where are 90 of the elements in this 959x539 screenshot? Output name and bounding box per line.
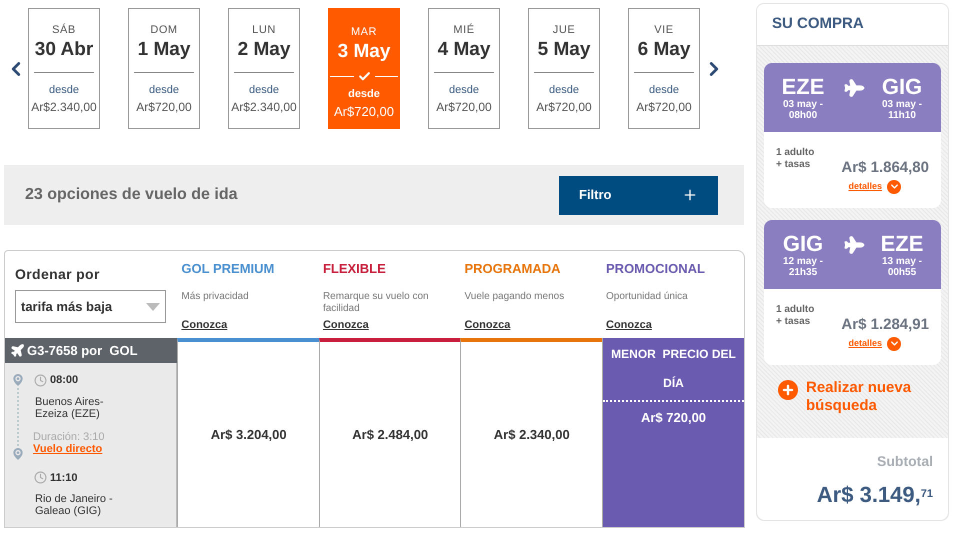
from-label: desde [249,82,279,98]
learn-more-link[interactable]: Conozca [606,316,652,333]
fare-description: Remarque su vuelo con facilidad [322,290,430,316]
fare-option[interactable]: Ar$ 2.484,00 [318,338,460,527]
date-label: 6 May [638,38,690,60]
origin-code: EZE [782,75,824,99]
origin: Buenos Aires-Ezeiza (EZE) [34,396,104,420]
expand-icon [887,336,901,350]
filter-button[interactable]: Filtro [559,176,718,214]
passengers: 1 adulto + tasas [776,304,816,329]
date-price: Ar$2.340,00 [31,99,97,116]
leg-price: Ar$ 1.864,80 [841,158,929,178]
clock-icon [34,374,47,387]
from-label: desde [549,82,579,98]
date-card[interactable]: SÁB 30 Abr desde Ar$2.340,00 [28,8,100,129]
arrival-time: 11:10 [50,470,78,486]
origin-code: GIG [782,232,824,256]
date-label: 3 May [338,40,390,62]
arrival-date: 03 may - 11h10 [880,99,924,121]
from-label: desde [49,82,79,98]
fare-description: Vuele pagando menos [464,290,566,304]
fare-name: PROGRAMADA [464,260,562,278]
passengers: 1 adulto + tasas [776,147,816,172]
date-card[interactable]: DOM 1 May desde Ar$720,00 [128,8,200,129]
arrival-date: 13 may - 00h55 [880,256,924,278]
duration: Duración: 3:10 [33,430,106,442]
learn-more-link[interactable]: Conozca [464,316,510,333]
date-card[interactable]: LUN 2 May desde Ar$2.340,00 [228,8,300,129]
weekday: MIÉ [453,22,475,38]
from-label: desde [649,82,679,98]
destination-code: EZE [880,232,924,256]
date-label: 5 May [538,38,590,60]
date-label: 30 Abr [34,38,94,60]
leg-price: Ar$ 1.284,91 [841,315,929,335]
plane-icon [10,343,25,358]
subtotal-label: Subtotal [877,452,933,471]
departure-time: 08:00 [50,373,78,388]
fare-price: Ar$ 2.484,00 [352,426,428,444]
results-count: 23 opciones de vuelo de ida [25,185,238,205]
date-label: 4 May [438,38,490,60]
pin-icon [10,372,26,388]
expand-icon [887,180,901,194]
date-card[interactable]: VIE 6 May desde Ar$720,00 [628,8,700,129]
check-icon [358,70,370,82]
subtotal-amount: Ar$ 3.149,$^{71}$ [816,481,933,509]
weekday: JUE [552,23,576,38]
fare-name: FLEXIBLE [322,260,387,278]
learn-more-link[interactable]: Conozca [181,316,228,333]
learn-more-link[interactable]: Conozca [322,316,369,333]
pin-icon [10,446,26,462]
fare-option[interactable]: Ar$ 2.340,00 [460,338,602,527]
fare-price: Ar$ 2.340,00 [494,426,570,444]
date-price: Ar$2.340,00 [231,99,297,116]
date-card[interactable]: MIÉ 4 May desde Ar$720,00 [428,8,500,129]
date-card[interactable]: JUE 5 May desde Ar$720,00 [528,8,600,129]
departure-date: 12 may - 21h35 [782,256,824,278]
weekday: VIE [654,23,674,38]
from-label: desde [348,86,380,102]
panel-title: SU COMPRA [772,14,864,34]
from-label: desde [149,82,179,98]
plus-icon [682,187,698,203]
fare-name: PROMOCIONAL [606,260,706,278]
date-price: Ar$720,00 [436,99,492,116]
fare-description: Oportunidad única [606,290,689,304]
fare-description: Más privacidad [181,290,250,304]
date-label: 1 May [138,38,190,60]
fare-price: Ar$ 720,00 [640,409,706,427]
weekday: DOM [150,23,178,38]
departure-date: 03 may - 08h00 [782,99,824,121]
weekday: SÁB [52,22,76,38]
caret-icon [146,302,160,310]
sort-label: Ordenar por [15,265,101,284]
fare-option[interactable]: Ar$ 3.204,00 [177,338,319,527]
lowest-price-label: MENOR PRECIO DEL DÍA [610,346,737,392]
date-price: Ar$720,00 [136,99,192,116]
destination-code: GIG [882,75,922,99]
from-label: desde [449,82,479,98]
date-label: 2 May [238,38,290,60]
sort-dropdown[interactable]: tarifa más baja [15,290,166,323]
flight-title: G3-7658 por GOL [27,342,138,360]
date-price: Ar$720,00 [334,103,394,121]
fare-option[interactable]: MENOR PRECIO DEL DÍA Ar$ 720,00 [602,338,744,527]
date-price: Ar$720,00 [636,99,692,116]
destination: Rio de Janeiro - Galeao (GIG) [34,493,114,517]
clock-icon [34,471,47,484]
date-price: Ar$720,00 [536,99,592,116]
weekday: MAR [350,25,378,40]
weekday: LUN [252,23,276,38]
fare-price: Ar$ 3.204,00 [210,426,287,444]
fare-name: GOL PREMIUM [181,260,276,278]
